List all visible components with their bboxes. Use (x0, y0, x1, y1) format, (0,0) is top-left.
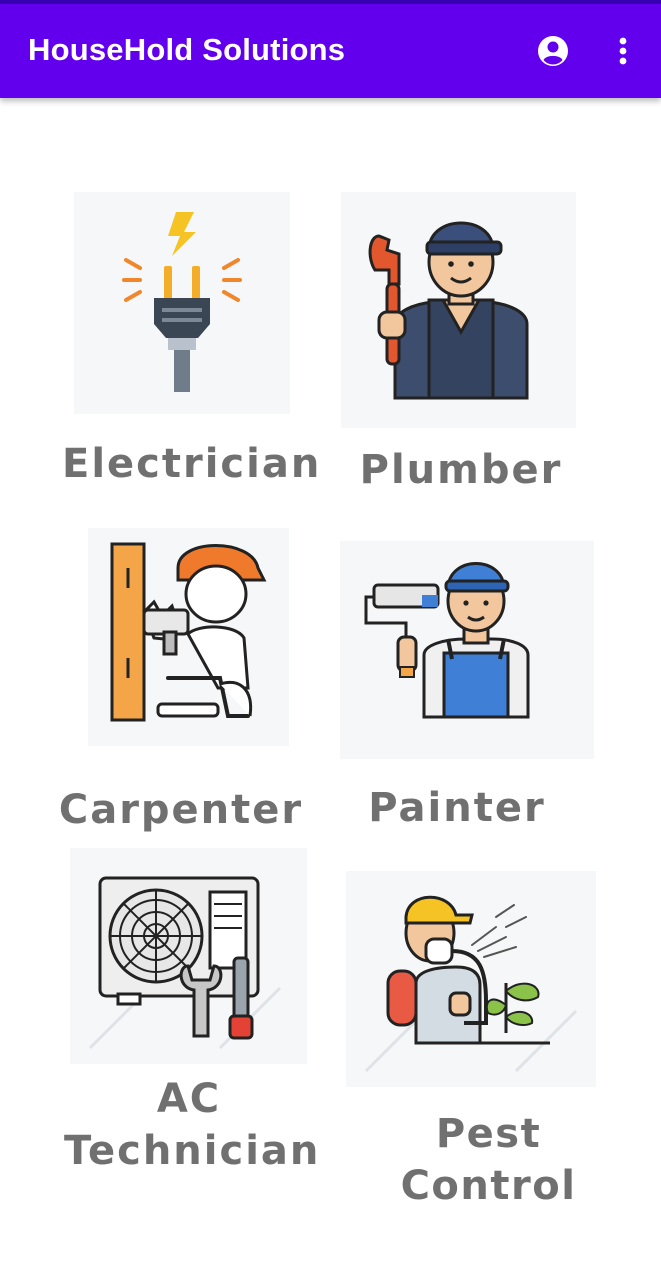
painter-label: Painter (368, 785, 546, 831)
painter-card[interactable] (340, 541, 594, 759)
pest-control-card[interactable] (346, 871, 596, 1087)
account-circle-icon (538, 36, 568, 66)
app-bar: HouseHold Solutions (0, 4, 661, 98)
carpenter-card[interactable] (88, 528, 289, 746)
carpenter-drilling-icon (110, 542, 267, 722)
plumber-card[interactable] (341, 192, 576, 428)
pest-control-label: Pest Control (400, 1111, 577, 1209)
plumber-label: Plumber (359, 447, 563, 493)
pest-control-sprayer-icon (364, 895, 578, 1073)
ac-unit-with-tools-icon (88, 876, 282, 1050)
ac-technician-label: AC Technician (64, 1073, 321, 1177)
electric-plug-icon (122, 212, 242, 392)
overflow-menu-button[interactable] (606, 31, 640, 71)
more-vert-icon (619, 37, 627, 65)
account-button[interactable] (533, 31, 573, 71)
ac-technician-label-line2: Technician (64, 1128, 321, 1174)
app-title: HouseHold Solutions (28, 32, 346, 67)
painter-with-roller-icon (364, 562, 530, 719)
ac-technician-label-line1: AC (156, 1076, 222, 1122)
electrician-label: Electrician (62, 441, 322, 487)
electrician-card[interactable] (74, 192, 290, 414)
plumber-with-wrench-icon (368, 221, 529, 400)
carpenter-label: Carpenter (58, 787, 304, 833)
ac-technician-card[interactable] (70, 848, 307, 1064)
